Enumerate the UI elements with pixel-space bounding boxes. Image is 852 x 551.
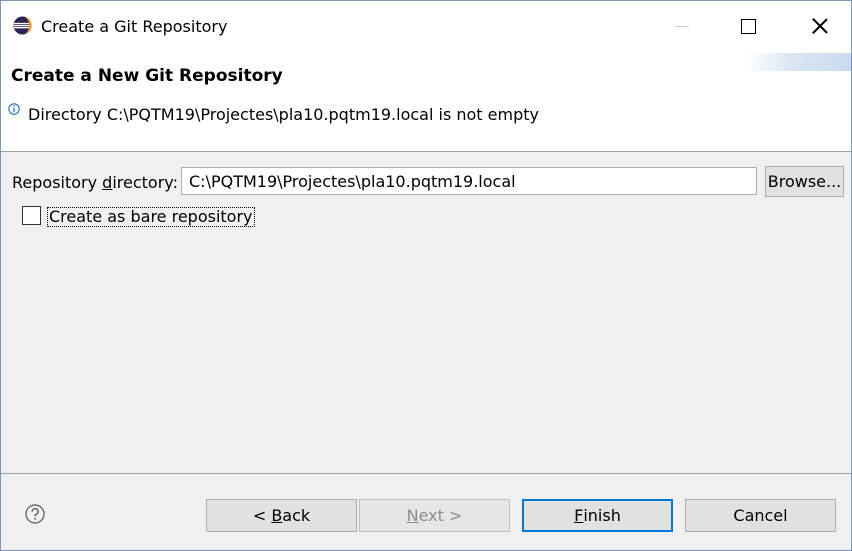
- window-title: Create a Git Repository: [41, 17, 228, 36]
- page-title: Create a New Git Repository: [11, 66, 283, 86]
- back-button[interactable]: < Back: [206, 499, 357, 532]
- back-rest: ack: [282, 506, 311, 525]
- label-text-rest: irectory:: [112, 173, 178, 192]
- bare-repository-label[interactable]: Create as bare repository: [47, 207, 255, 227]
- bare-repository-checkbox[interactable]: [22, 206, 41, 225]
- cancel-button[interactable]: Cancel: [685, 499, 836, 532]
- page-message: Directory C:\PQTM19\Projectes\pla10.pqtm…: [28, 105, 539, 124]
- eclipse-icon: [13, 16, 32, 35]
- dialog-window: Create a Git Repository Create a New Git…: [0, 0, 852, 551]
- header-divider: [1, 151, 851, 152]
- repository-directory-label: Repository directory:: [12, 173, 178, 192]
- close-icon: [812, 18, 828, 34]
- info-icon: [8, 103, 20, 115]
- label-text: Repository: [12, 173, 103, 192]
- close-button[interactable]: [797, 1, 843, 51]
- next-rest: ext >: [418, 506, 463, 525]
- back-mnemonic: B: [271, 506, 283, 525]
- wizard-header: Create a New Git Repository Directory C:…: [1, 51, 851, 151]
- repository-directory-input[interactable]: [181, 167, 757, 195]
- maximize-icon: [740, 18, 756, 34]
- browse-button[interactable]: Browse...: [765, 166, 844, 197]
- finish-button[interactable]: Finish: [522, 499, 673, 532]
- next-mnemonic: N: [406, 506, 419, 525]
- footer-divider: [1, 473, 851, 474]
- finish-mnemonic: F: [574, 506, 584, 525]
- minimize-icon: [675, 25, 689, 27]
- next-button[interactable]: Next >: [359, 499, 510, 532]
- maximize-button[interactable]: [725, 1, 771, 51]
- label-mnemonic: d: [102, 173, 113, 192]
- finish-rest: inish: [583, 506, 621, 525]
- back-prefix: <: [252, 506, 272, 525]
- title-bar[interactable]: Create a Git Repository: [1, 1, 851, 51]
- minimize-button[interactable]: [659, 1, 705, 51]
- help-icon[interactable]: [25, 504, 45, 524]
- banner-graphic: [701, 53, 851, 71]
